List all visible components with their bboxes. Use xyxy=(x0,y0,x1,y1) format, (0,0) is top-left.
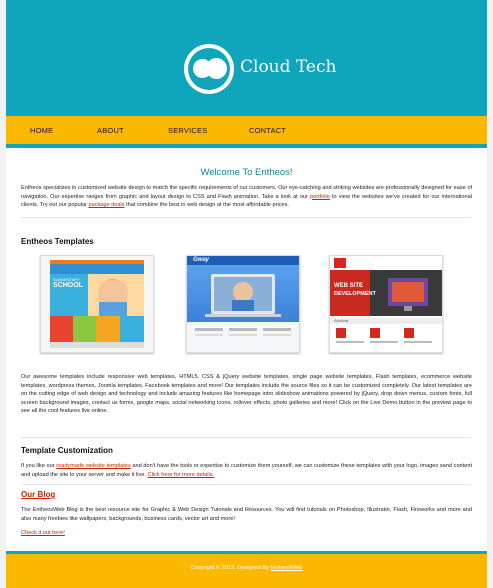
template-thumb-school[interactable]: ELEMENTARY SCHOOL xyxy=(40,255,154,353)
footer-divider xyxy=(6,551,487,554)
welcome-title: Welcome To Entheos! xyxy=(200,167,293,178)
portfolio-link[interactable]: portfolio xyxy=(310,194,330,200)
welcome-paragraph: Entheos specializes in customized websit… xyxy=(21,185,472,209)
webdev-template-preview xyxy=(330,256,442,352)
divider xyxy=(21,217,471,218)
customization-paragraph: If you like our readymade website templa… xyxy=(21,463,472,478)
templates-description: Our awesome templates include responsive… xyxy=(21,374,472,415)
divider xyxy=(21,484,471,485)
customization-title: Template Customization xyxy=(21,446,113,455)
cloud-logo-icon[interactable] xyxy=(184,44,234,94)
school-template-preview xyxy=(41,256,153,352)
template-thumb-webdev[interactable]: WEB SITE DEVELOPMENT Solutions xyxy=(329,255,443,353)
gway-template-preview xyxy=(187,256,299,352)
brand-name[interactable]: Cloud Tech xyxy=(240,57,336,77)
page: Cloud Tech HOME ABOUT SERVICES CONTACT W… xyxy=(6,0,487,588)
blog-link-wrapper: Check it out here! xyxy=(21,529,65,538)
blog-title[interactable]: Our Blog xyxy=(21,490,55,499)
nav-item-services[interactable]: SERVICES xyxy=(168,126,207,135)
copyright: Copyright © 2013. Designed By EntheosWeb xyxy=(190,565,303,571)
entheosweb-link[interactable]: EntheosWeb xyxy=(271,565,303,571)
nav-item-about[interactable]: ABOUT xyxy=(97,126,124,135)
more-details-link[interactable]: Click here for more details. xyxy=(148,472,215,478)
blog-paragraph: The EntheosWeb Blog is the best resource… xyxy=(21,507,472,522)
divider xyxy=(21,437,471,438)
readymade-templates-link[interactable]: readymade website templates xyxy=(56,463,131,469)
nav-item-contact[interactable]: CONTACT xyxy=(249,126,286,135)
package-deals-link[interactable]: package deals xyxy=(88,202,124,208)
main-nav: HOME ABOUT SERVICES CONTACT xyxy=(6,116,487,144)
nav-item-home[interactable]: HOME xyxy=(30,126,53,135)
site-header: Cloud Tech xyxy=(6,0,487,116)
nav-divider xyxy=(6,144,487,148)
template-thumb-gway[interactable]: Gway xyxy=(186,255,300,353)
templates-title: Entheos Templates xyxy=(21,237,94,246)
check-it-out-link[interactable]: Check it out here! xyxy=(21,530,65,536)
